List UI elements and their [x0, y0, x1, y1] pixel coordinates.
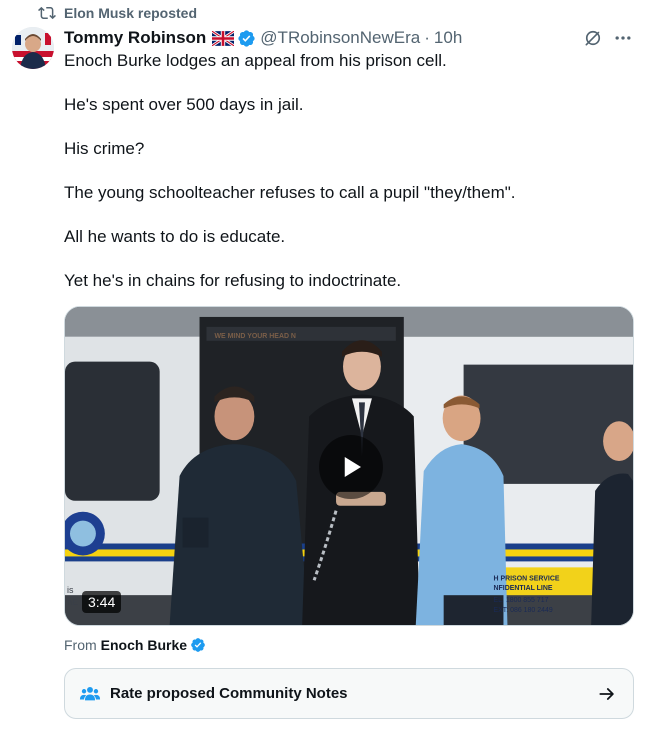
verified-badge-icon[interactable] — [190, 637, 206, 653]
sign-line-2: NFIDENTIAL LINE — [493, 585, 552, 592]
separator-dot: · — [424, 28, 430, 47]
community-notes-label: Rate proposed Community Notes — [110, 685, 348, 702]
avatar[interactable] — [12, 27, 54, 69]
uk-flag-icon — [212, 30, 235, 46]
rate-community-notes-button[interactable]: Rate proposed Community Notes — [64, 668, 634, 719]
source-name[interactable]: Enoch Burke — [101, 637, 187, 653]
tweet-paragraph: The young schoolteacher refuses to call … — [64, 183, 516, 202]
play-icon[interactable] — [319, 435, 383, 499]
author-handle[interactable]: @TRobinsonNewEra — [260, 28, 420, 48]
van-text-left: is — [67, 585, 74, 595]
people-icon — [79, 686, 101, 700]
video-player[interactable]: WE MIND YOUR HEAD N is nE H PRISON SERVI… — [64, 306, 634, 626]
tweet-paragraph: All he wants to do is educate. — [64, 227, 286, 246]
tweet-paragraph: His crime? — [64, 139, 145, 158]
grok-icon[interactable] — [583, 28, 603, 48]
van-text-top: WE MIND YOUR HEAD N — [214, 333, 296, 340]
video-source: From Enoch Burke — [64, 636, 206, 654]
arrow-right-icon — [599, 688, 614, 700]
van-text-left2: nE — [67, 597, 78, 607]
tweet-paragraph: Enoch Burke lodges an appeal from his pr… — [64, 51, 447, 70]
sign-line-1: H PRISON SERVICE — [493, 575, 559, 582]
more-icon[interactable] — [613, 28, 633, 48]
tweet-paragraph: He's spent over 500 days in jail. — [64, 95, 304, 114]
author-name[interactable]: Tommy Robinson — [64, 28, 206, 48]
repost-icon — [38, 6, 56, 20]
tweet-header: Tommy Robinson @TRobinsonNewEra · 10h — [64, 27, 635, 49]
repost-indicator[interactable]: Elon Musk reposted — [38, 4, 197, 22]
tweet-text: Enoch Burke lodges an appeal from his pr… — [64, 50, 634, 314]
repost-text: Elon Musk reposted — [64, 5, 198, 21]
sign-line-4: EXT: 086 180 2449 — [493, 607, 552, 614]
timestamp[interactable]: 10h — [434, 28, 462, 48]
from-label: From — [64, 637, 97, 653]
tweet-paragraph: Yet he's in chains for refusing to indoc… — [64, 271, 402, 290]
verified-badge-icon[interactable] — [237, 29, 256, 48]
sign-line-3: EL: 1800 855 717 — [493, 597, 548, 604]
video-duration: 3:44 — [82, 591, 122, 613]
